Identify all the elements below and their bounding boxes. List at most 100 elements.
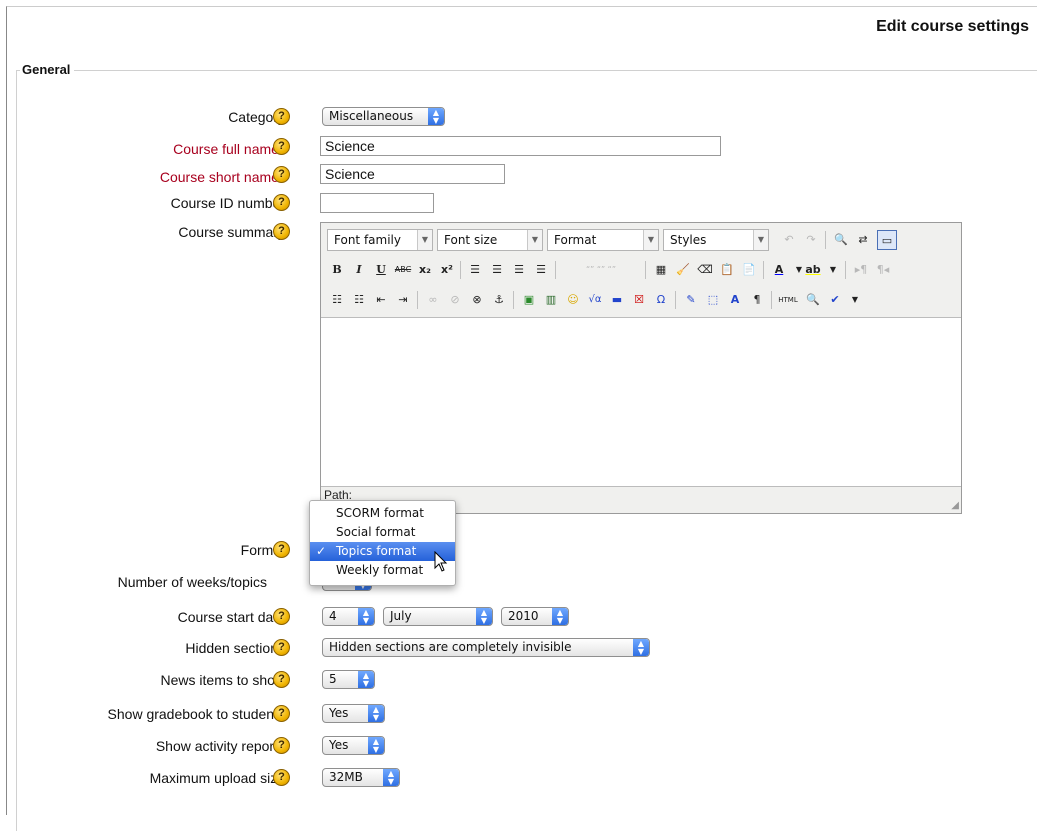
no-link-icon[interactable]: ⊗	[467, 290, 487, 310]
eraser-icon[interactable]: ⌫	[695, 260, 715, 280]
find-icon[interactable]: 🔍	[831, 230, 851, 250]
row-numsections: Number of weeks/topics 10 ▲▼	[0, 570, 1037, 594]
help-icon[interactable]: ?	[273, 541, 290, 558]
fullname-input[interactable]: Science	[320, 136, 721, 156]
link-icon[interactable]: ∞	[423, 290, 443, 310]
showgrades-select[interactable]: Yes ▲ ▼	[322, 704, 385, 723]
newsitems-select[interactable]: 5 ▲ ▼	[322, 670, 375, 689]
toolbar-separator	[771, 291, 772, 309]
category-select[interactable]: Miscellaneous ▲ ▼	[322, 107, 445, 126]
preview-icon[interactable]: 🔍	[803, 290, 823, 310]
html-source-button[interactable]: HTML	[775, 290, 801, 310]
ltr-icon[interactable]: ▸¶	[851, 260, 871, 280]
maxbytes-select[interactable]: 32MB ▲ ▼	[322, 768, 400, 787]
help-icon[interactable]: ?	[273, 671, 290, 688]
dropdown-arrow-icon[interactable]: ▼	[823, 260, 843, 280]
format-dropdown[interactable]: Format ▼	[547, 229, 659, 251]
underline-button[interactable]: U	[371, 260, 391, 280]
idnumber-label: Course ID number	[170, 195, 285, 211]
align-left-icon[interactable]: ☰	[465, 260, 485, 280]
horizontal-rule-icon[interactable]: ▬	[607, 290, 627, 310]
outdent-icon[interactable]: ⇤	[371, 290, 391, 310]
toolbar-separator	[675, 291, 676, 309]
showgrades-value: Yes	[329, 706, 349, 720]
shortname-input[interactable]: Science	[320, 164, 505, 184]
align-center-icon[interactable]: ☰	[487, 260, 507, 280]
edit-icon[interactable]: ✎	[681, 290, 701, 310]
undo-icon[interactable]: ↶	[779, 230, 799, 250]
styleprops-icon[interactable]: A	[725, 290, 745, 310]
smiley-button[interactable]: ☺	[563, 290, 583, 310]
spellcheck-abc-icon[interactable]: ✔	[825, 290, 845, 310]
spellcheck-icon[interactable]: ▦	[651, 260, 671, 280]
font-size-dropdown[interactable]: Font size ▼	[437, 229, 543, 251]
align-right-icon[interactable]: ☰	[509, 260, 529, 280]
table-icon[interactable]: ⬚	[703, 290, 723, 310]
help-icon[interactable]: ?	[273, 639, 290, 656]
summary-label: Course summary	[178, 224, 285, 240]
editor-content-area[interactable]	[321, 317, 961, 487]
font-family-dropdown[interactable]: Font family ▼	[327, 229, 433, 251]
align-justify-icon[interactable]: ☰	[531, 260, 551, 280]
help-icon[interactable]: ?	[273, 769, 290, 786]
background-color-button[interactable]: ab	[803, 260, 823, 280]
showreports-select[interactable]: Yes ▲ ▼	[322, 736, 385, 755]
format-option[interactable]: SCORM format	[310, 504, 455, 523]
indent-icon[interactable]: ⇥	[393, 290, 413, 310]
bold-button[interactable]: B	[327, 260, 347, 280]
format-option[interactable]: Social format	[310, 523, 455, 542]
numbered-list-icon[interactable]: ☷	[349, 290, 369, 310]
showreports-label: Show activity reports	[155, 738, 285, 754]
fullname-label: Course full name*	[173, 135, 285, 159]
italic-button[interactable]: I	[349, 260, 369, 280]
help-icon[interactable]: ?	[273, 166, 290, 183]
rtl-icon[interactable]: ¶◂	[873, 260, 893, 280]
hiddensections-label: Hidden sections	[185, 640, 285, 656]
styles-dropdown[interactable]: Styles ▼	[663, 229, 769, 251]
bullet-list-icon[interactable]: ☷	[327, 290, 347, 310]
redo-icon[interactable]: ↷	[801, 230, 821, 250]
subscript-button[interactable]: x₂	[415, 260, 435, 280]
replace-icon[interactable]: ⇄	[853, 230, 873, 250]
startdate-year-select[interactable]: 2010 ▲ ▼	[501, 607, 569, 626]
anchor-button[interactable]: ⚓	[489, 290, 509, 310]
dropdown-arrow-icon[interactable]: ▼	[845, 290, 865, 310]
resize-grip-icon[interactable]: ◢	[951, 500, 959, 511]
startdate-day-select[interactable]: 4 ▲ ▼	[322, 607, 375, 626]
summary-editor: Font family ▼ Font size ▼ Format ▼ Styles ▼ …	[320, 222, 962, 514]
paste-text-icon[interactable]: 📋	[717, 260, 737, 280]
media-icon[interactable]: ▥	[541, 290, 561, 310]
nolink-filter-icon[interactable]: ☒	[629, 290, 649, 310]
row-shortname: Course short name* ? Science	[0, 163, 1037, 187]
startdate-year-value: 2010	[508, 609, 539, 623]
help-icon[interactable]: ?	[273, 608, 290, 625]
superscript-button[interactable]: x²	[437, 260, 457, 280]
quote-icons[interactable]: “” “” “”	[561, 260, 641, 280]
pilcrow-button[interactable]: ¶	[747, 290, 767, 310]
text-color-button[interactable]: A	[769, 260, 789, 280]
startdate-month-select[interactable]: July ▲ ▼	[383, 607, 493, 626]
fullscreen-icon[interactable]: ▭	[877, 230, 897, 250]
equation-button[interactable]: √α	[585, 290, 605, 310]
help-icon[interactable]: ?	[273, 108, 290, 125]
row-newsitems: News items to show ? 5 ▲ ▼	[0, 668, 1037, 692]
row-maxbytes: Maximum upload size ? 32MB ▲ ▼	[0, 766, 1037, 790]
help-icon[interactable]: ?	[273, 138, 290, 155]
select-arrows-icon: ▲▼	[368, 737, 384, 754]
strikethrough-button[interactable]: ABC	[393, 260, 413, 280]
toolbar-separator	[555, 261, 556, 279]
unlink-icon[interactable]: ⊘	[445, 290, 465, 310]
paste-word-icon[interactable]: 📄	[739, 260, 759, 280]
startdate-day-value: 4	[329, 609, 337, 623]
idnumber-input[interactable]	[320, 193, 434, 213]
help-icon[interactable]: ?	[273, 223, 290, 240]
help-icon[interactable]: ?	[273, 194, 290, 211]
help-icon[interactable]: ?	[273, 737, 290, 754]
section-legend: General	[20, 62, 75, 77]
image-icon[interactable]: ▣	[519, 290, 539, 310]
select-arrows-icon: ▲▼	[633, 639, 649, 656]
help-icon[interactable]: ?	[273, 705, 290, 722]
hiddensections-select[interactable]: Hidden sections are completely invisible…	[322, 638, 650, 657]
cleanup-icon[interactable]: 🧹	[673, 260, 693, 280]
special-char-button[interactable]: Ω	[651, 290, 671, 310]
